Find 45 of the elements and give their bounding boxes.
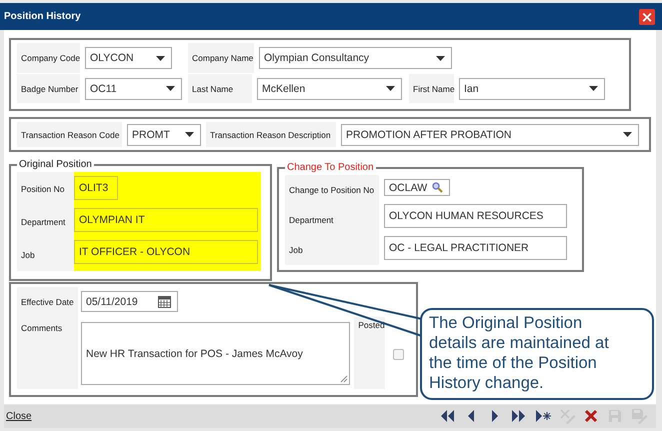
dropdown[interactable]: PROMT [127, 124, 201, 146]
lookup-field[interactable]: OCLAW [384, 179, 450, 196]
dropdown[interactable]: OLYCON [85, 47, 172, 69]
caret-icon [166, 86, 175, 91]
posted-checkbox[interactable] [393, 349, 404, 360]
field-label: First Name [409, 74, 454, 103]
delete-icon [583, 408, 600, 425]
close-button[interactable]: × [639, 8, 655, 24]
field-label: Transaction Reason Code [17, 122, 122, 147]
dropdown[interactable]: PROMOTION AFTER PROBATION [341, 124, 639, 146]
text-field[interactable]: IT OFFICER - OLYCON [74, 240, 258, 264]
section-legend: Original Position [17, 159, 94, 170]
dropdown[interactable]: OC11 [85, 78, 182, 100]
text-field[interactable]: OLIT3 [74, 176, 118, 200]
calendar-icon [158, 296, 171, 308]
field-label: Company Name [188, 43, 254, 73]
dropdown[interactable]: McKellen [257, 78, 402, 100]
resize-grip-icon [340, 375, 348, 383]
section-legend: Change To Position [285, 162, 376, 173]
caret-icon [386, 86, 395, 91]
dropdown[interactable]: Ian [459, 78, 605, 100]
date-field[interactable]: 05/11/2019 [81, 291, 178, 312]
dropdown[interactable]: Olympian Consultancy [259, 47, 452, 69]
caret-icon [185, 132, 194, 137]
window-title: Position History [4, 11, 81, 22]
text-field[interactable]: OLYMPIAN IT [74, 208, 258, 232]
caret-icon [623, 132, 632, 137]
caret-icon [589, 86, 598, 91]
delete-button[interactable] [583, 408, 600, 425]
field-label: Transaction Reason Description [206, 122, 336, 147]
comments-field[interactable]: New HR Transaction for POS - James McAvoy [81, 322, 350, 385]
text-field[interactable]: OC - LEGAL PRACTITIONER [384, 236, 567, 260]
field-label: Company Code [17, 43, 80, 73]
caret-icon [156, 56, 165, 60]
search-icon [432, 182, 443, 193]
close-link[interactable]: Close [6, 411, 32, 422]
last-icon [511, 408, 528, 425]
new-record-button[interactable] [535, 408, 552, 425]
text-field[interactable]: OLYCON HUMAN RESOURCES [384, 204, 567, 228]
field-label: Badge Number [17, 74, 80, 103]
last-button[interactable] [511, 408, 528, 425]
callout-box: The Original Position details are maintained at the time of the Position History change. [420, 308, 654, 400]
new-record-icon [535, 408, 552, 425]
caret-icon [436, 56, 445, 60]
field-label: Last Name [188, 74, 252, 103]
